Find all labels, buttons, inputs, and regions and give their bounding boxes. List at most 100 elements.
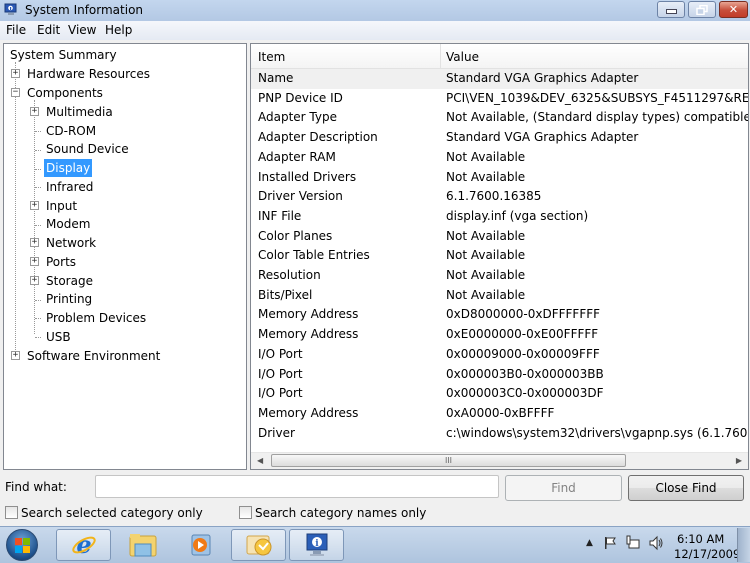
windows-logo-icon (15, 538, 30, 553)
taskbar-outlook[interactable] (231, 529, 286, 561)
row-item: Adapter Type (258, 110, 337, 125)
tree-item-modem[interactable]: Modem (44, 215, 92, 233)
restore-button[interactable] (688, 1, 716, 18)
tree-item-hardware-resources[interactable]: Hardware Resources (25, 65, 152, 83)
tree-item-input[interactable]: Input (44, 197, 79, 215)
menu-edit[interactable]: Edit (37, 23, 60, 37)
system-information-app-icon (4, 3, 17, 15)
collapse-icon[interactable]: − (11, 88, 20, 97)
menu-file[interactable]: File (6, 23, 26, 37)
table-row[interactable]: INF File display.inf (vga section) (251, 207, 748, 227)
tree-item-software-environment[interactable]: Software Environment (25, 347, 162, 365)
volume-icon[interactable] (648, 535, 664, 551)
tree-connector (35, 150, 41, 151)
close-find-button[interactable]: Close Find (628, 475, 744, 501)
tree-connector (35, 187, 41, 188)
minimize-button[interactable] (657, 1, 685, 18)
tree-item-cd-rom[interactable]: CD-ROM (44, 122, 98, 140)
scroll-left-icon[interactable]: ◀ (257, 456, 263, 465)
tree-item-problem-devices[interactable]: Problem Devices (44, 309, 148, 327)
table-row[interactable]: Driver Version 6.1.7600.16385 (251, 187, 748, 207)
menu-help[interactable]: Help (105, 23, 132, 37)
row-item: I/O Port (258, 346, 303, 361)
expand-icon[interactable]: + (11, 351, 20, 360)
network-icon[interactable] (625, 535, 641, 551)
expand-icon[interactable]: + (30, 107, 39, 116)
column-header-value[interactable]: Value (446, 50, 479, 64)
tree-item-system-summary[interactable]: System Summary (8, 46, 119, 64)
row-item: I/O Port (258, 386, 303, 401)
taskbar-media-player[interactable] (172, 529, 227, 561)
table-row[interactable]: PNP Device ID PCI\VEN_1039&DEV_6325&SUBSY… (251, 89, 748, 109)
table-row[interactable]: Installed Drivers Not Available (251, 168, 748, 188)
tree-item-sound-device[interactable]: Sound Device (44, 140, 131, 158)
show-desktop-button[interactable] (737, 528, 750, 562)
find-what-input[interactable] (95, 475, 499, 498)
table-row[interactable]: Color Planes Not Available (251, 227, 748, 247)
scrollbar-thumb[interactable]: III (271, 454, 626, 467)
find-what-label: Find what: (5, 480, 67, 494)
expand-icon[interactable]: + (30, 201, 39, 210)
search-category-names-checkbox[interactable] (239, 506, 252, 519)
tree-item-printing[interactable]: Printing (44, 290, 94, 308)
tree-item-components[interactable]: Components (25, 84, 105, 102)
search-selected-category-checkbox[interactable] (5, 506, 18, 519)
table-row[interactable]: Bits/Pixel Not Available (251, 286, 748, 306)
table-row[interactable]: I/O Port 0x000003B0-0x000003BB (251, 365, 748, 385)
taskbar-windows-explorer[interactable] (115, 529, 170, 561)
table-row[interactable]: Memory Address 0xE0000000-0xE00FFFFF (251, 325, 748, 345)
search-selected-category-label[interactable]: Search selected category only (21, 506, 203, 520)
table-row[interactable]: I/O Port 0x000003C0-0x000003DF (251, 384, 748, 404)
menu-view[interactable]: View (68, 23, 96, 37)
column-header-item[interactable]: Item (258, 50, 285, 64)
horizontal-scrollbar[interactable]: ◀ III ▶ (251, 452, 748, 469)
scroll-right-icon[interactable]: ▶ (736, 456, 742, 465)
row-value: Not Available, (Standard display types) … (446, 110, 749, 125)
table-row[interactable]: Adapter Type Not Available, (Standard dis… (251, 108, 748, 128)
list-header: Item Value (251, 44, 748, 69)
row-value: Not Available (446, 287, 526, 302)
tree-item-ports[interactable]: Ports (44, 253, 78, 271)
column-separator[interactable] (440, 44, 441, 69)
table-row[interactable]: Adapter RAM Not Available (251, 148, 748, 168)
category-tree[interactable]: System Summary + Hardware Resources − Co… (3, 43, 247, 470)
expand-icon[interactable]: + (30, 257, 39, 266)
show-hidden-icons-icon[interactable]: ▲ (586, 538, 593, 548)
search-category-names-label[interactable]: Search category names only (255, 506, 426, 520)
clock-date[interactable]: 12/17/2009 (674, 547, 740, 561)
start-button[interactable] (6, 529, 38, 561)
tree-item-multimedia[interactable]: Multimedia (44, 103, 115, 121)
table-row[interactable]: Resolution Not Available (251, 266, 748, 286)
media-player-icon (191, 534, 210, 556)
details-list[interactable]: Item Value Name Standard VGA Graphics Ada… (250, 43, 749, 470)
row-item: Color Table Entries (258, 248, 370, 263)
tree-item-infrared[interactable]: Infrared (44, 178, 95, 196)
table-row[interactable]: Memory Address 0xA0000-0xBFFFF (251, 404, 748, 424)
close-button[interactable]: ✕ (719, 1, 748, 18)
tree-item-usb[interactable]: USB (44, 328, 73, 346)
clock-time[interactable]: 6:10 AM (677, 532, 724, 546)
taskbar-system-information[interactable]: i (289, 529, 344, 561)
row-value: Not Available (446, 228, 526, 243)
taskbar-internet-explorer[interactable]: e (56, 529, 111, 561)
table-row[interactable]: Driver c:\windows\system32\drivers\vgapnp… (251, 424, 748, 444)
tree-item-network[interactable]: Network (44, 234, 98, 252)
tree-line (15, 62, 16, 354)
tree-item-storage[interactable]: Storage (44, 272, 95, 290)
action-center-flag-icon[interactable] (603, 536, 617, 550)
svg-text:i: i (315, 539, 319, 549)
expand-icon[interactable]: + (30, 276, 39, 285)
find-button[interactable]: Find (505, 475, 622, 501)
table-row[interactable]: Name Standard VGA Graphics Adapter (251, 69, 748, 89)
row-item: Adapter Description (258, 130, 378, 145)
table-row[interactable]: Adapter Description Standard VGA Graphics… (251, 128, 748, 148)
table-row[interactable]: Memory Address 0xD8000000-0xDFFFFFFF (251, 305, 748, 325)
expand-icon[interactable]: + (30, 238, 39, 247)
menu-bar: File Edit View Help (0, 21, 750, 40)
row-item: Memory Address (258, 405, 359, 420)
row-item: Resolution (258, 268, 321, 282)
table-row[interactable]: I/O Port 0x00009000-0x00009FFF (251, 345, 748, 365)
tree-item-display[interactable]: Display (44, 159, 93, 177)
expand-icon[interactable]: + (11, 69, 20, 78)
table-row[interactable]: Color Table Entries Not Available (251, 246, 748, 266)
